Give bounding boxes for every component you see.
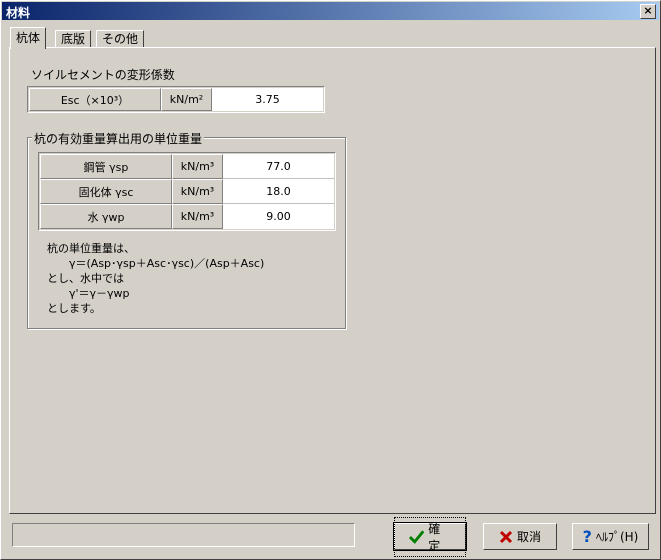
esc-unit-cell: kN/m² xyxy=(161,88,212,111)
note-line-4: γ'＝γ－γwp xyxy=(47,287,130,300)
close-button[interactable]: × xyxy=(640,4,656,19)
status-bar xyxy=(12,523,355,547)
ok-button-label: 確定 xyxy=(428,521,441,553)
help-button[interactable]: ? ﾍﾙﾌﾟ(H) xyxy=(572,523,649,550)
solidified-unit-cell: kN/m³ xyxy=(172,179,223,204)
esc-value-input[interactable]: 3.75 xyxy=(212,88,323,111)
window-title: 材料 xyxy=(6,6,31,20)
help-button-label: ﾍﾙﾌﾟ(H) xyxy=(595,530,639,544)
unit-weight-group-title: 杭の有効重量算出用の単位重量 xyxy=(32,130,205,147)
esc-name-cell: Esc（×10³） xyxy=(29,88,161,111)
tab-bottom-plate[interactable]: 底版 xyxy=(55,30,92,48)
material-dialog: 材料 × 杭体 底版 その他 ソイルセメントの変形係数 Esc（×10³） kN… xyxy=(0,0,661,560)
solidified-value-input[interactable]: 18.0 xyxy=(223,179,334,204)
cancel-button-label: 取消 xyxy=(516,530,541,544)
unit-weight-table: 鋼管 γsp kN/m³ 77.0 固化体 γsc kN/m³ 18.0 水 γ… xyxy=(38,152,336,231)
tab-pile-body[interactable]: 杭体 xyxy=(10,27,47,49)
note-line-2: γ＝(Asp･γsp＋Asc･γsc)／(Asp＋Asc) xyxy=(47,257,265,270)
steel-pipe-value-input[interactable]: 77.0 xyxy=(223,154,334,179)
cross-icon xyxy=(499,530,513,543)
note-line-5: とします。 xyxy=(47,302,101,315)
cancel-button[interactable]: 取消 xyxy=(483,523,557,550)
steel-pipe-unit-cell: kN/m³ xyxy=(172,154,223,179)
tab-other[interactable]: その他 xyxy=(96,30,145,48)
water-unit-cell: kN/m³ xyxy=(172,204,223,229)
water-name-cell: 水 γwp xyxy=(40,204,172,229)
ok-button[interactable]: 確定 xyxy=(393,516,467,557)
steel-pipe-name-cell: 鋼管 γsp xyxy=(40,154,172,179)
title-bar: 材料 × xyxy=(2,2,659,20)
soil-cement-table: Esc（×10³） kN/m² 3.75 xyxy=(27,86,325,113)
water-value-input[interactable]: 9.00 xyxy=(223,204,334,229)
note-line-3: とし、水中では xyxy=(47,272,124,285)
check-icon xyxy=(409,529,425,544)
soil-cement-label: ソイルセメントの変形係数 xyxy=(31,68,175,82)
note-line-1: 杭の単位重量は、 xyxy=(47,242,135,255)
question-icon: ? xyxy=(582,527,592,546)
solidified-name-cell: 固化体 γsc xyxy=(40,179,172,204)
